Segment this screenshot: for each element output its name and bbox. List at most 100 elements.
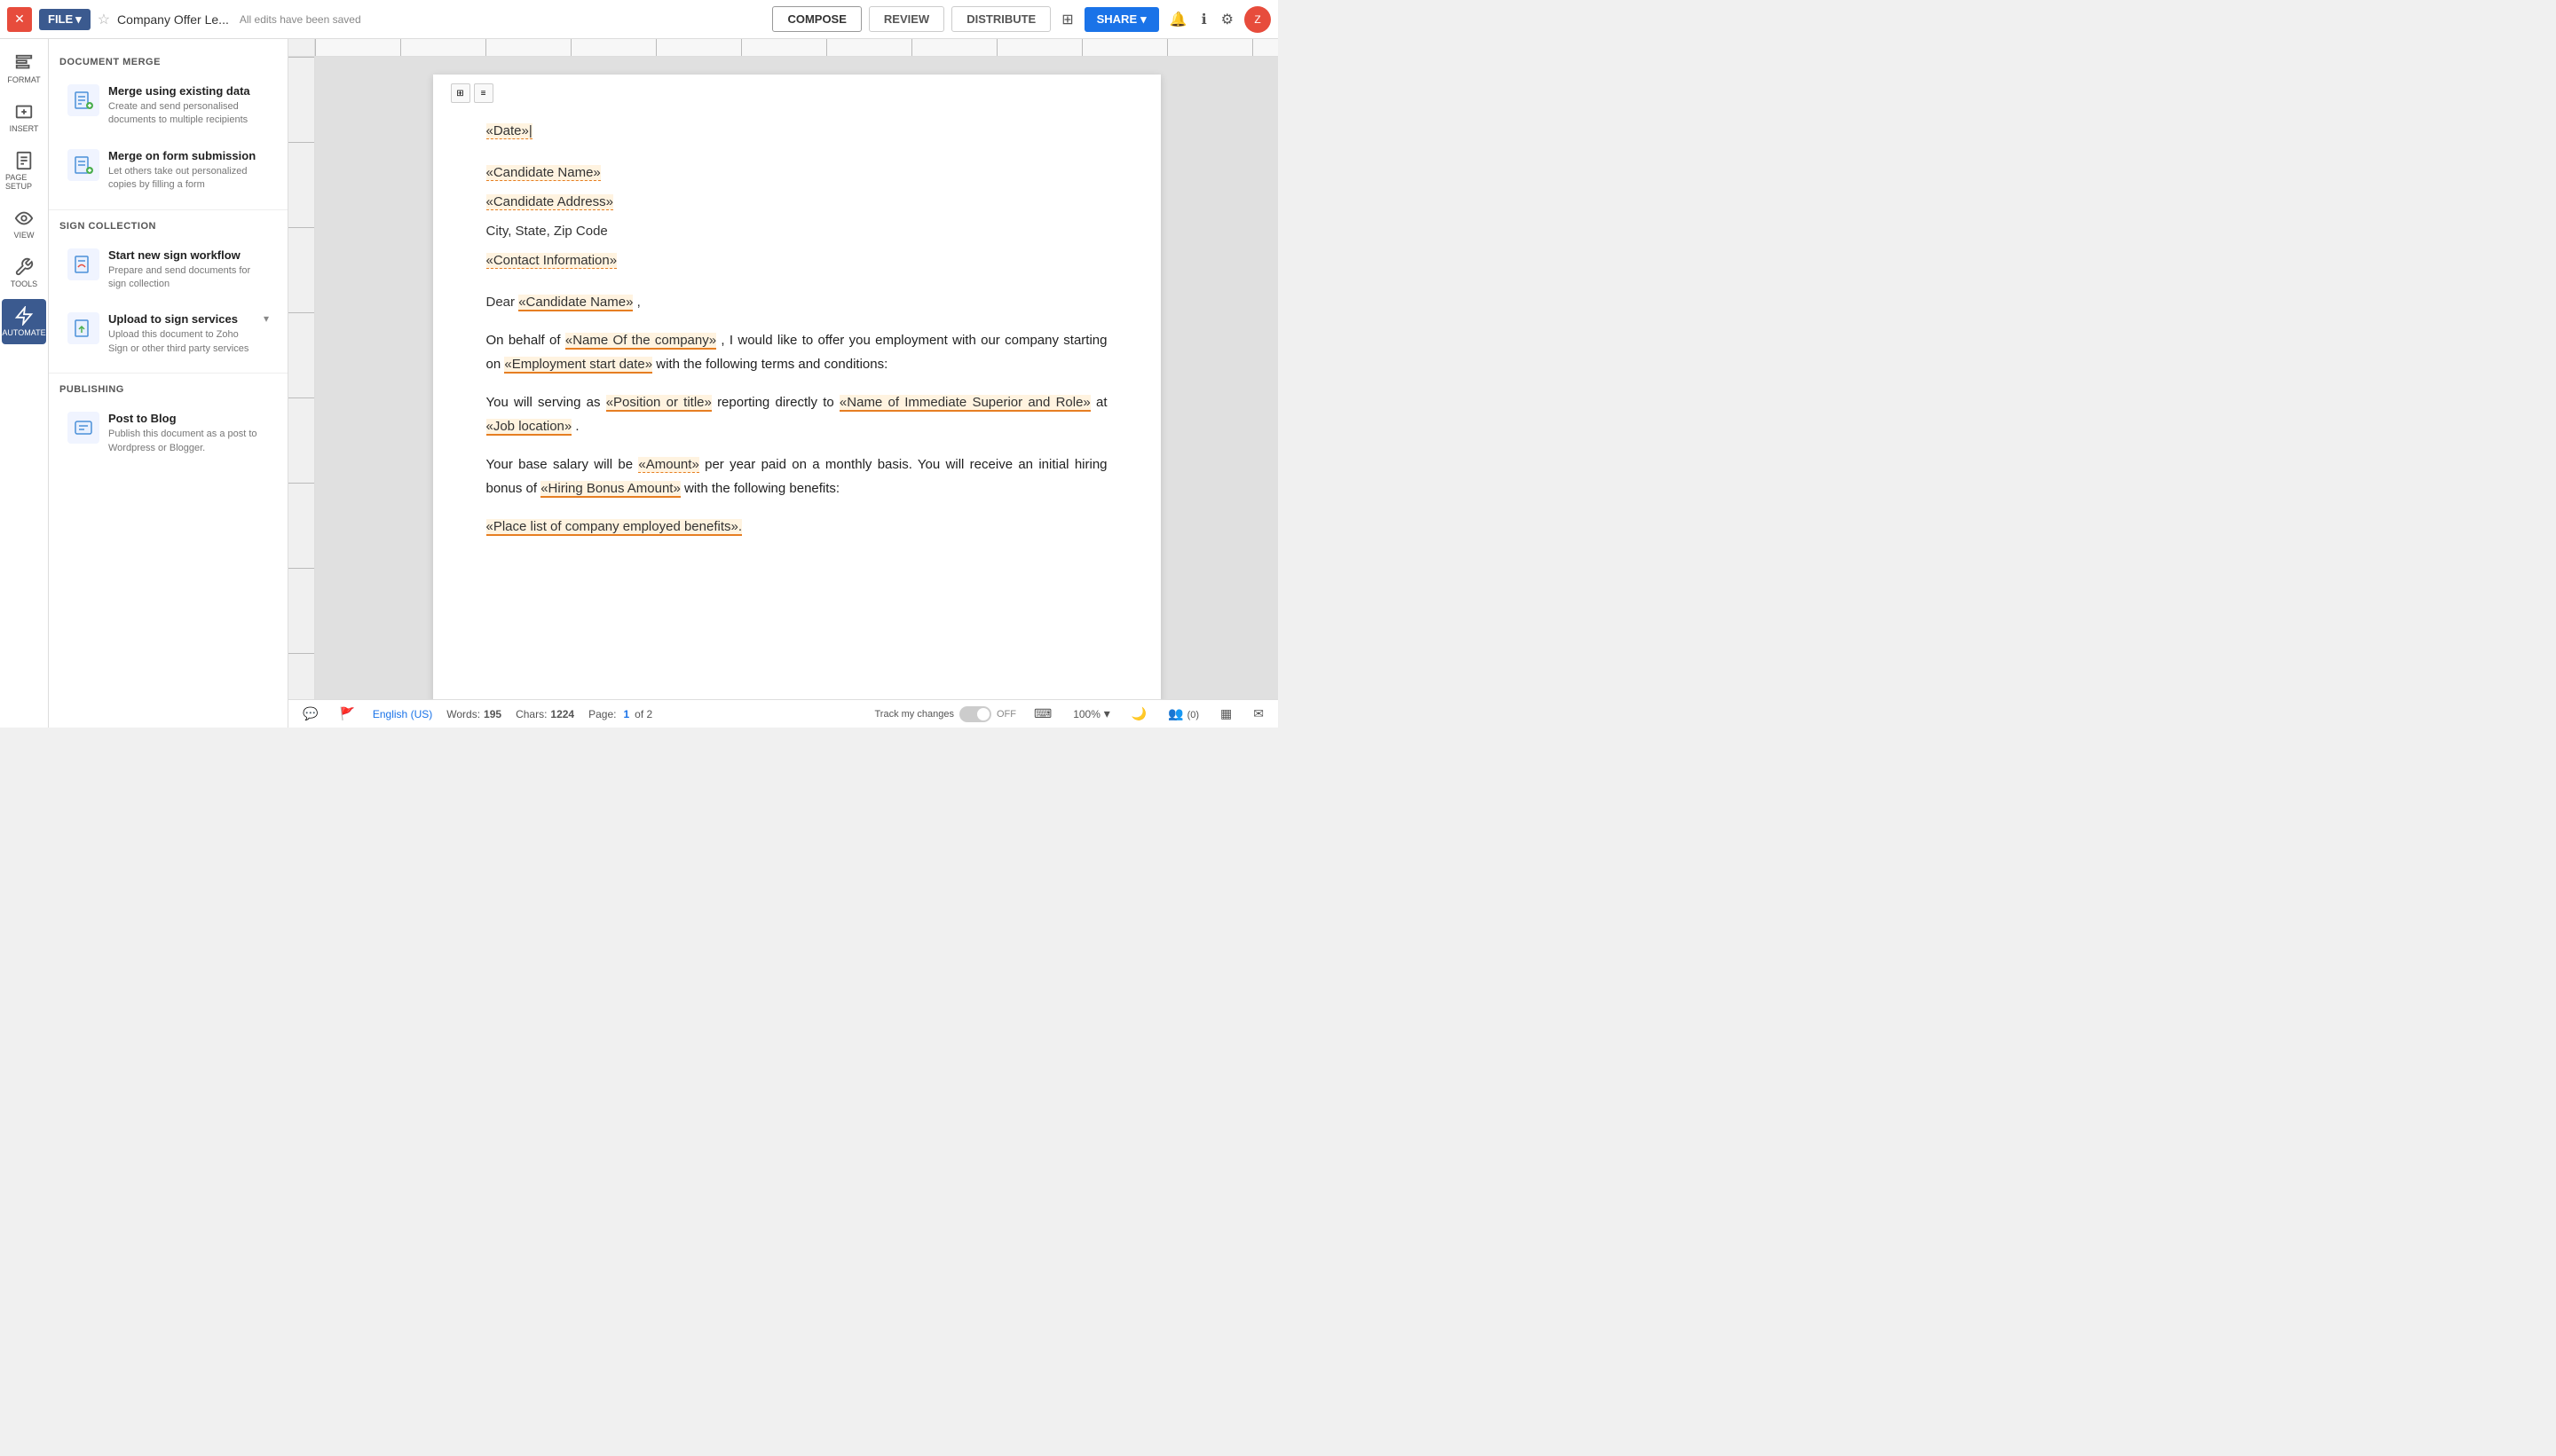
para2-before: You will serving as: [486, 395, 601, 410]
topbar: ✕ FILE ▾ ☆ Company Offer Le... All edits…: [0, 0, 1278, 39]
candidate-name-line: «Candidate Name»: [486, 161, 1108, 185]
ruler-h-track: [315, 39, 1278, 56]
merge-existing-icon: [67, 84, 99, 116]
sidebar-item-automate[interactable]: AUTOMATE: [2, 299, 46, 344]
notification-button[interactable]: 🔔: [1166, 7, 1191, 32]
avatar[interactable]: Z: [1244, 6, 1271, 33]
merge-form-icon: [67, 149, 99, 181]
track-changes-toggle[interactable]: Track my changes OFF: [875, 706, 1016, 722]
document-page[interactable]: ⊞ ≡ «Date»| «Candidate Name» «Candidate …: [433, 75, 1161, 699]
chars-count: 1224: [550, 708, 574, 720]
table-icon-1[interactable]: ⊞: [451, 83, 470, 103]
file-dropdown-icon: ▾: [75, 12, 82, 27]
amount-field: «Amount»: [638, 457, 698, 473]
char-count: Chars: 1224: [516, 708, 574, 720]
track-switch[interactable]: [959, 706, 991, 722]
table-toolbar: ⊞ ≡: [451, 83, 493, 103]
position-field: «Position or title»: [606, 395, 712, 412]
sidebar-tools-label: TOOLS: [11, 279, 37, 288]
sidebar-view-label: VIEW: [13, 231, 34, 240]
language-display[interactable]: English (US): [373, 708, 432, 720]
dear-text: Dear: [486, 295, 516, 310]
sign-workflow-title: Start new sign workflow: [108, 248, 269, 262]
help-icon: ℹ: [1202, 12, 1207, 28]
ruler-corner: [288, 39, 315, 56]
close-icon: ✕: [14, 12, 25, 27]
superior-field: «Name of Immediate Superior and Role»: [840, 395, 1091, 412]
compose-tab[interactable]: COMPOSE: [772, 6, 861, 32]
favorite-button[interactable]: ☆: [98, 11, 110, 28]
sign-workflow-desc: Prepare and send documents for sign coll…: [108, 264, 269, 292]
file-menu-button[interactable]: FILE ▾: [39, 9, 91, 30]
moon-icon: 🌙: [1132, 706, 1147, 720]
candidate-address-field: «Candidate Address»: [486, 194, 613, 210]
upload-sign-dropdown-icon[interactable]: ▾: [264, 312, 269, 325]
document-title: Company Offer Le...: [117, 12, 229, 27]
sidebar-item-insert[interactable]: INSERT: [2, 95, 46, 140]
contact-merge-field: «Contact Information»: [486, 253, 618, 269]
sidebar-item-view[interactable]: VIEW: [2, 201, 46, 247]
document-canvas[interactable]: Zylker Inc ⊞ ≡ «Date»| «Candidate Name»: [315, 57, 1278, 699]
save-status: All edits have been saved: [240, 13, 361, 26]
sidebar-item-tools[interactable]: TOOLS: [2, 250, 46, 295]
benefits-field: «Place list of company employed benefits…: [486, 519, 743, 536]
zoom-dropdown-icon: ▾: [1104, 706, 1110, 720]
zoom-button[interactable]: 100% ▾: [1069, 703, 1114, 725]
flag-button[interactable]: 🚩: [335, 703, 358, 725]
keyboard-button[interactable]: ⌨: [1030, 703, 1055, 725]
ruler-v-marks: [288, 57, 314, 699]
close-button[interactable]: ✕: [7, 7, 32, 32]
company-name-field: «Name Of the company»: [565, 333, 716, 350]
share-button[interactable]: SHARE ▾: [1085, 7, 1159, 32]
sidebar-item-format[interactable]: FORMAT: [2, 46, 46, 91]
para3-before: Your base salary will be: [486, 457, 634, 472]
page-indicator: Page: 1 of 2: [588, 708, 652, 720]
date-field-line: «Date»|: [486, 119, 1108, 143]
publishing-section-title: PUBLISHING: [49, 373, 288, 400]
dear-line: Dear «Candidate Name» ,: [486, 290, 1108, 314]
sidebar-icons: FORMAT INSERT PAGE SETUP VIEW TOOLS AUTO…: [0, 39, 49, 728]
upload-sign-item[interactable]: Upload to sign services Upload this docu…: [56, 303, 280, 366]
page-of-text: of 2: [635, 708, 652, 720]
distribute-tab[interactable]: DISTRIBUTE: [951, 6, 1051, 32]
paragraph-2: You will serving as «Position or title» …: [486, 390, 1108, 438]
sidebar-item-page-setup[interactable]: PAGE SETUP: [2, 144, 46, 198]
merge-existing-item[interactable]: Merge using existing data Create and sen…: [56, 75, 280, 138]
candidate-name-inline-field: «Candidate Name»: [518, 295, 633, 311]
settings-button[interactable]: ⚙: [1218, 7, 1237, 32]
merge-existing-title: Merge using existing data: [108, 84, 269, 98]
para1-before: On behalf of: [486, 333, 561, 348]
comment-button[interactable]: 💬: [299, 703, 321, 725]
collab-button[interactable]: 👥 (0): [1164, 703, 1203, 725]
sidebar-format-label: FORMAT: [7, 75, 40, 84]
candidate-address-line: «Candidate Address»: [486, 190, 1108, 214]
page-label: Page:: [588, 708, 616, 720]
grid-view-button[interactable]: ▦: [1217, 703, 1235, 725]
mail-button[interactable]: ✉: [1250, 703, 1267, 725]
chars-label: Chars:: [516, 708, 547, 720]
merge-existing-desc: Create and send personalised documents t…: [108, 100, 269, 128]
file-label: FILE: [48, 12, 73, 26]
present-icon: ⊞: [1061, 12, 1073, 28]
post-blog-text: Post to Blog Publish this document as a …: [108, 412, 269, 455]
help-button[interactable]: ℹ: [1198, 7, 1211, 32]
track-label: Track my changes: [875, 709, 954, 720]
para2-end: at: [1096, 395, 1108, 410]
present-button[interactable]: ⊞: [1058, 7, 1077, 32]
star-icon: ☆: [98, 12, 110, 28]
sidebar-page-setup-label: PAGE SETUP: [5, 173, 43, 191]
review-tab[interactable]: REVIEW: [869, 6, 944, 32]
upload-sign-text: Upload to sign services Upload this docu…: [108, 312, 255, 356]
sign-workflow-item[interactable]: Start new sign workflow Prepare and send…: [56, 239, 280, 302]
table-icon-2[interactable]: ≡: [474, 83, 493, 103]
city-state-zip-text: City, State, Zip Code: [486, 224, 608, 239]
upload-sign-title: Upload to sign services: [108, 312, 255, 326]
post-blog-item[interactable]: Post to Blog Publish this document as a …: [56, 402, 280, 465]
contact-info-line: «Contact Information»: [486, 248, 1108, 272]
dark-mode-button[interactable]: 🌙: [1128, 703, 1150, 725]
mail-icon: ✉: [1253, 706, 1264, 720]
merge-form-item[interactable]: Merge on form submission Let others take…: [56, 139, 280, 202]
collab-count: (0): [1187, 710, 1199, 720]
para2-mid: reporting directly to: [717, 395, 834, 410]
sign-collection-section-title: SIGN COLLECTION: [49, 209, 288, 237]
